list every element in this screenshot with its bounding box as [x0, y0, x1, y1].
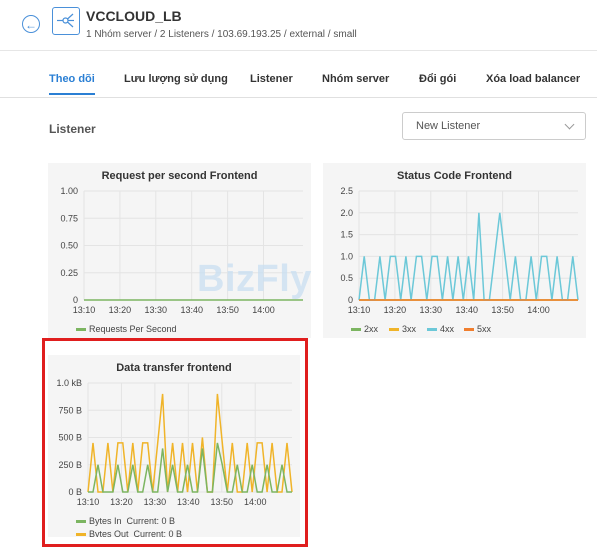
legend-swatch: [389, 328, 399, 332]
legend-swatch: [76, 328, 86, 332]
header-divider: [0, 50, 597, 51]
x-tick-label: 14:00: [527, 305, 550, 315]
page-subtitle: 1 Nhóm server / 2 Listeners / 103.69.193…: [86, 29, 357, 40]
legend-label: 4xx: [440, 324, 455, 334]
y-tick-label: 2.0: [340, 208, 353, 218]
y-tick-label: 0.5: [340, 273, 353, 283]
tab-bar: Theo dõi Lưu lượng sử dụng Listener Nhóm…: [0, 70, 597, 98]
legend-label: 5xx: [477, 324, 492, 334]
y-tick-label: 2.5: [340, 186, 353, 196]
legend-swatch: [427, 328, 437, 332]
x-tick-label: 14:00: [252, 305, 275, 315]
highlight-box: [42, 338, 308, 547]
x-tick-label: 13:20: [384, 305, 407, 315]
tab-listener[interactable]: Listener: [250, 73, 293, 85]
tab-server-group[interactable]: Nhóm server: [322, 73, 389, 85]
legend-label: 2xx: [364, 324, 379, 334]
x-tick-label: 13:30: [420, 305, 443, 315]
legend-swatch: [351, 328, 361, 332]
listener-select[interactable]: New Listener: [402, 112, 586, 140]
chart-panel-status-code: Status Code Frontend 2.5 2.0 1.5 1.0 0.5 0 13:…: [323, 163, 586, 338]
chart-panel-requests: Request per second Frontend 1.00 0.75 0.50…: [48, 163, 311, 338]
y-tick-label: 0.75: [60, 213, 78, 223]
x-tick-label: 13:40: [455, 305, 478, 315]
y-tick-label: 0.50: [60, 241, 78, 251]
x-tick-label: 13:10: [348, 305, 371, 315]
x-tick-label: 13:50: [216, 305, 239, 315]
chevron-down-icon: [564, 119, 575, 130]
x-tick-label: 13:40: [180, 305, 203, 315]
requests-chart: 1.00 0.75 0.50 0.25 013:10 13:20 13:30 13:40 13:…: [60, 186, 303, 315]
y-tick-label: 1.5: [340, 230, 353, 240]
x-tick-label: 13:30: [145, 305, 168, 315]
x-tick-label: 13:50: [491, 305, 514, 315]
legend-requests: Requests Per Second: [76, 324, 177, 334]
status-code-chart: 2.5 2.0 1.5 1.0 0.5 013:10 13:20 13:30 13:40 13:5…: [340, 186, 579, 315]
back-button[interactable]: ←: [22, 15, 40, 33]
tab-monitor[interactable]: Theo dõi: [49, 73, 95, 85]
section-title: Listener: [49, 122, 96, 136]
y-tick-label: 0: [348, 295, 353, 305]
arrow-left-icon: ←: [25, 18, 37, 32]
legend-4xx: 4xx: [427, 324, 454, 334]
legend-label: 3xx: [402, 324, 417, 334]
legend-label: Requests Per Second: [89, 324, 177, 334]
x-tick-label: 13:20: [109, 305, 132, 315]
legend-swatch: [464, 328, 474, 332]
legend-2xx: 2xx: [351, 324, 378, 334]
y-tick-label: 1.0: [340, 251, 353, 261]
legend-3xx: 3xx: [389, 324, 416, 334]
load-balancer-icon: [52, 7, 80, 35]
listener-select-value: New Listener: [416, 120, 481, 132]
y-tick-label: 0.25: [60, 268, 78, 278]
legend-5xx: 5xx: [464, 324, 491, 334]
tab-change-plan[interactable]: Đổi gói: [419, 73, 456, 85]
page-title: VCCLOUD_LB: [86, 8, 182, 24]
bizfly-watermark: BizFly: [197, 258, 312, 300]
x-tick-label: 13:10: [73, 305, 96, 315]
tab-delete-load-balancer[interactable]: Xóa load balancer: [486, 73, 580, 85]
tab-usage[interactable]: Lưu lượng sử dụng: [124, 73, 228, 85]
4xx-series-line: [358, 212, 579, 301]
active-tab-indicator: [49, 93, 95, 95]
y-tick-label: 1.00: [60, 186, 78, 196]
y-tick-label: 0: [73, 295, 78, 305]
